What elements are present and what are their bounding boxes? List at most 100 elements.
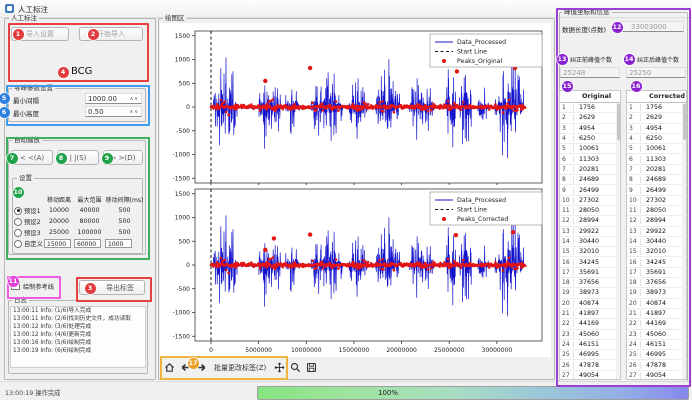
table-row[interactable]: 2141897 [627, 309, 682, 319]
table-row[interactable]: 1228994 [627, 216, 682, 226]
peaks-after-value: 25250 [629, 69, 651, 77]
table-row[interactable]: 926499 [627, 185, 682, 195]
table-row[interactable]: 611303 [627, 154, 682, 164]
table-row[interactable]: 720281 [560, 165, 616, 175]
zoom-icon[interactable] [289, 362, 301, 374]
table-row[interactable]: 46250 [560, 134, 616, 144]
corrected-peaks-table[interactable]: Corrected 117562262934954462505100616113… [626, 90, 687, 380]
table-row[interactable]: 2040874 [627, 299, 682, 309]
table-row[interactable]: 11756 [627, 103, 682, 113]
preset-label: 预设2 [24, 217, 41, 226]
preset-custom-input[interactable]: 1000 [105, 239, 132, 248]
data-length-value: 33003000 [631, 23, 667, 31]
table-row[interactable]: 1329922 [627, 227, 682, 237]
table-row[interactable]: 510061 [627, 144, 682, 154]
table-row[interactable]: 22629 [627, 113, 682, 123]
table-row[interactable]: 1837656 [560, 278, 616, 288]
table-row[interactable]: 2749054 [627, 371, 682, 379]
preset-radio-预设1[interactable]: 预设1 [14, 206, 44, 215]
table-row[interactable]: 926499 [560, 185, 616, 195]
table-row[interactable]: 510061 [560, 144, 616, 154]
table-row[interactable]: 11756 [560, 103, 616, 113]
annotation-badge-16: 16 [631, 81, 642, 92]
table-row[interactable]: 34954 [627, 124, 682, 134]
table-row[interactable]: 2345060 [627, 330, 682, 340]
table-row[interactable]: 2345060 [560, 330, 616, 340]
table-row[interactable]: 1027302 [560, 196, 616, 206]
table-row[interactable]: 2647878 [627, 360, 682, 370]
table-row[interactable]: 1938973 [560, 288, 616, 298]
radio-icon[interactable] [14, 240, 22, 248]
table-row[interactable]: 2244169 [627, 319, 682, 329]
chart-original-peaks[interactable]: -1500-1000-500050010001500Data_Processed… [162, 25, 552, 185]
preset-value: 500 [105, 207, 144, 214]
table-row[interactable]: 2546995 [560, 350, 616, 360]
table-row[interactable]: 1430440 [627, 237, 682, 247]
log-entry: 13:00:11 Info: (2/6)找到历史文件，成功读取 [11, 315, 145, 323]
original-peaks-table[interactable]: Original 1175622629349544625051006161130… [559, 90, 621, 380]
table-row[interactable]: 1128050 [560, 206, 616, 216]
min-interval-spinbox[interactable]: 1000.00 ∧∨ [85, 93, 142, 104]
batch-edit-labels-button[interactable]: 批量更改标签(Z) [211, 363, 269, 373]
svg-text:10000000: 10000000 [291, 347, 322, 354]
corrected-table-scrollbar[interactable] [682, 103, 686, 379]
table-row[interactable]: 720281 [627, 165, 682, 175]
spin-arrows-icon[interactable]: ∧∨ [130, 109, 139, 115]
table-row[interactable]: 1329922 [560, 227, 616, 237]
table-row[interactable]: 1735691 [560, 268, 616, 278]
peaks-before-field[interactable]: 25248 [560, 67, 620, 78]
original-table-header: Original [560, 91, 620, 103]
progress-fill [258, 387, 688, 399]
annotation-badge-2: 2 [88, 29, 99, 40]
table-row[interactable]: 2446151 [627, 340, 682, 350]
table-row[interactable]: 1735691 [627, 268, 682, 278]
progress-percent: 100% [378, 389, 398, 397]
table-row[interactable]: 1128050 [627, 206, 682, 216]
table-row[interactable]: 2040874 [560, 299, 616, 309]
app-window: 人工标注 人工标注 导入设置 开始导入 BCG 寻峰参数设置 最小间隔 1000… [0, 0, 692, 400]
table-row[interactable]: 1027302 [627, 196, 682, 206]
table-row[interactable]: 2546995 [627, 350, 682, 360]
preset-custom-input[interactable]: 15000 [44, 239, 71, 248]
peaks-after-field[interactable]: 25250 [626, 67, 686, 78]
radio-icon[interactable] [14, 229, 22, 237]
table-row[interactable]: 2647878 [560, 360, 616, 370]
preset-radio-预设3[interactable]: 预设3 [14, 228, 44, 237]
table-row[interactable]: 2141897 [560, 309, 616, 319]
table-row[interactable]: 1532010 [560, 247, 616, 257]
home-icon[interactable] [163, 362, 175, 374]
radio-icon[interactable] [14, 218, 22, 226]
table-row[interactable]: 824689 [627, 175, 682, 185]
spin-arrows-icon[interactable]: ∧∨ [130, 96, 139, 102]
table-row[interactable]: 1430440 [560, 237, 616, 247]
chart-corrected-peaks[interactable]: -1500-1000-50005001000150005000000100000… [162, 185, 552, 357]
table-row[interactable]: 2446151 [560, 340, 616, 350]
min-height-spinbox[interactable]: 0.50 ∧∨ [85, 106, 142, 117]
radio-icon[interactable] [14, 207, 22, 215]
pan-icon[interactable] [273, 362, 285, 374]
table-row[interactable]: 1532010 [627, 247, 682, 257]
save-icon[interactable] [305, 362, 317, 374]
table-row[interactable]: 824689 [560, 175, 616, 185]
table-row[interactable]: 1228994 [560, 216, 616, 226]
log-list[interactable]: 13:00:11 Info: (1/6)导入完成13:00:11 Info: (… [10, 306, 146, 368]
preset-radio-预设2[interactable]: 预设2 [14, 217, 44, 226]
annotation-badge-17: 17 [188, 358, 199, 369]
table-row[interactable]: 22629 [560, 113, 616, 123]
table-row[interactable]: 1837656 [627, 278, 682, 288]
svg-text:1500: 1500 [175, 191, 190, 198]
data-length-field[interactable]: 33003000 [620, 21, 684, 32]
table-row[interactable]: 1634245 [560, 257, 616, 267]
preset-radio-自定义[interactable]: 自定义 [14, 239, 44, 248]
table-row[interactable]: 1938973 [627, 288, 682, 298]
preset-column-header: 最大范围 [74, 195, 105, 204]
original-table-scrollbar[interactable] [616, 103, 620, 379]
table-row[interactable]: 2749054 [560, 371, 616, 379]
table-row[interactable]: 2244169 [560, 319, 616, 329]
preset-custom-input[interactable]: 60000 [74, 239, 101, 248]
table-row[interactable]: 1634245 [627, 257, 682, 267]
table-row[interactable]: 34954 [560, 124, 616, 134]
table-row[interactable]: 611303 [560, 154, 616, 164]
svg-text:5000000: 5000000 [245, 347, 272, 354]
table-row[interactable]: 46250 [627, 134, 682, 144]
